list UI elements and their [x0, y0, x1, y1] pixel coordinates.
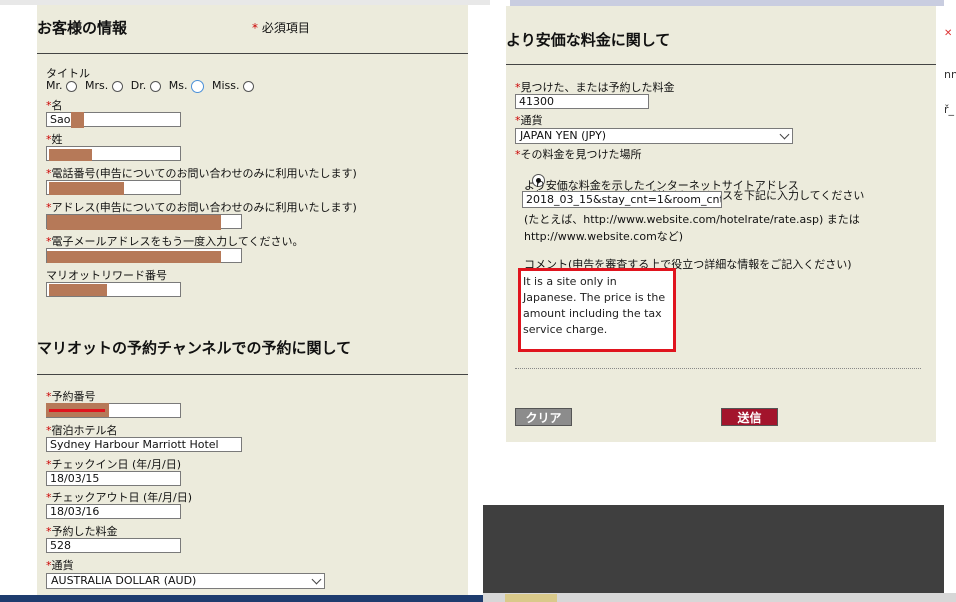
clear-button[interactable]: クリア	[515, 408, 572, 426]
divider	[37, 374, 468, 375]
currency-select[interactable]: AUSTRALIA DOLLAR (AUD)	[46, 573, 325, 589]
found-rate-label-text: 見つけた、または予約した料金	[520, 81, 675, 94]
url-example-line1: (たとえば、http://www.website.com/hotelrate/r…	[524, 213, 860, 226]
title-option-label: Ms.	[168, 79, 188, 92]
url-example-line2: http://www.website.comなど)	[524, 230, 684, 243]
found-rate-value: 41300	[519, 95, 554, 108]
close-icon[interactable]: ✕	[944, 28, 952, 39]
redaction	[47, 251, 221, 263]
checkin-label-text: チェックイン日 (年/月/日)	[51, 458, 182, 471]
rewards-label: マリオットリワード番号	[46, 269, 167, 282]
divider	[37, 53, 468, 54]
radio-miss[interactable]	[242, 80, 254, 92]
submit-button[interactable]: 送信	[721, 408, 778, 426]
address-label: *アドレス(申告についてのお問い合わせのみに利用いたします)	[46, 199, 357, 215]
redaction	[49, 182, 124, 195]
right-edge-text: nn	[944, 68, 956, 81]
right-currency-label-text: 通貨	[520, 114, 543, 127]
title-option-label: Miss.	[211, 79, 240, 93]
last-name-label-text: 姓	[51, 133, 63, 146]
checkout-label: *チェックアウト日 (年/月/日)	[46, 489, 192, 505]
required-mark: *	[252, 21, 258, 35]
radio-mr[interactable]	[66, 80, 77, 92]
redaction	[49, 149, 92, 161]
title-option-label: Dr.	[130, 79, 147, 93]
title-option-mr[interactable]: Mr.	[46, 79, 77, 92]
background-window-dark	[483, 505, 944, 593]
title-option-mrs[interactable]: Mrs.	[85, 79, 123, 92]
radio-dr[interactable]	[149, 80, 161, 92]
found-rate-field[interactable]: 41300	[515, 94, 649, 109]
title-option-label: Mr.	[46, 79, 63, 93]
title-option-label: Mrs.	[85, 79, 109, 93]
divider	[506, 64, 936, 65]
redaction	[47, 215, 221, 230]
first-name-label-text: 名	[51, 99, 63, 112]
found-rate-label: *見つけた、または予約した料金	[515, 79, 675, 95]
checkin-label: *チェックイン日 (年/月/日)	[46, 456, 181, 472]
address-label-text: アドレス(申告についてのお問い合わせのみに利用いたします)	[51, 201, 357, 214]
checkin-date-value: 18/03/15	[50, 472, 100, 485]
url-field[interactable]: 2018_03_15&stay_cnt=1&room_cnt=1	[522, 191, 722, 208]
hotel-name-value: Sydney Harbour Marriott Hotel	[50, 438, 219, 451]
title-option-dr[interactable]: Dr.	[131, 79, 161, 92]
right-edge-text: ř_	[944, 103, 955, 116]
chevron-down-icon	[779, 129, 790, 140]
booked-rate-label: *予約した料金	[46, 523, 118, 539]
url-value: 2018_03_15&stay_cnt=1&room_cnt=1	[526, 193, 722, 206]
booked-rate-value: 528	[50, 539, 71, 552]
thumbnail-image	[505, 594, 557, 602]
checkout-date-value: 18/03/16	[50, 505, 100, 518]
hotel-name-field[interactable]: Sydney Harbour Marriott Hotel	[46, 437, 242, 452]
customer-info-title: お客様の情報	[37, 19, 128, 37]
checkin-date-field[interactable]: 18/03/15	[46, 471, 181, 486]
reservation-section-title: マリオットの予約チャンネルでの予約に関して	[37, 339, 352, 357]
last-name-label: *姓	[46, 131, 63, 147]
title-option-miss[interactable]: Miss.	[212, 79, 254, 92]
window-top-strip	[0, 0, 490, 5]
email-confirm-label: *電子メールアドレスをもう一度入力してください。	[46, 233, 304, 249]
currency-selected-value: AUSTRALIA DOLLAR (AUD)	[51, 574, 197, 587]
radio-mrs[interactable]	[111, 80, 123, 92]
required-legend: * 必須項目	[252, 19, 310, 36]
right-currency-select[interactable]: JAPAN YEN (JPY)	[515, 128, 793, 144]
right-currency-label: *通貨	[515, 112, 543, 128]
required-note: 必須項目	[261, 21, 310, 35]
dotted-divider	[515, 368, 921, 369]
checkout-label-text: チェックアウト日 (年/月/日)	[51, 491, 193, 504]
booked-rate-field[interactable]: 528	[46, 538, 181, 553]
taskbar-strip	[0, 595, 490, 602]
comment-highlight-box: It is a site only in Japanese. The price…	[518, 268, 676, 352]
cheaper-rate-title: より安価な料金に関して	[506, 31, 671, 49]
currency-label: *通貨	[46, 557, 74, 573]
right-currency-selected-value: JAPAN YEN (JPY)	[520, 129, 607, 142]
email-confirm-label-text: 電子メールアドレスをもう一度入力してください。	[51, 235, 304, 248]
redaction	[71, 112, 84, 128]
hotel-label: *宿泊ホテル名	[46, 422, 118, 438]
confirmation-label-text: 予約番号	[51, 390, 96, 403]
phone-label: *電話番号(申告についてのお問い合わせのみに利用いたします)	[46, 165, 357, 181]
hotel-label-text: 宿泊ホテル名	[51, 424, 118, 437]
red-underline-mark	[49, 409, 105, 412]
confirmation-label: *予約番号	[46, 388, 96, 404]
booked-rate-label-text: 予約した料金	[51, 525, 118, 538]
first-name-value: Sao	[50, 113, 71, 126]
checkout-date-field[interactable]: 18/03/16	[46, 504, 181, 519]
first-name-label: *名	[46, 97, 63, 113]
chevron-down-icon	[311, 574, 322, 585]
redaction	[49, 284, 107, 296]
first-name-field[interactable]: Sao	[46, 112, 181, 127]
currency-label-text: 通貨	[51, 559, 74, 572]
title-radio-group: Mr. Mrs. Dr. Ms. Miss.	[46, 79, 254, 93]
phone-label-text: 電話番号(申告についてのお問い合わせのみに利用いたします)	[51, 167, 357, 180]
radio-ms[interactable]	[190, 79, 204, 93]
comment-textarea[interactable]: It is a site only in Japanese. The price…	[523, 274, 669, 338]
title-option-ms[interactable]: Ms.	[169, 79, 204, 93]
